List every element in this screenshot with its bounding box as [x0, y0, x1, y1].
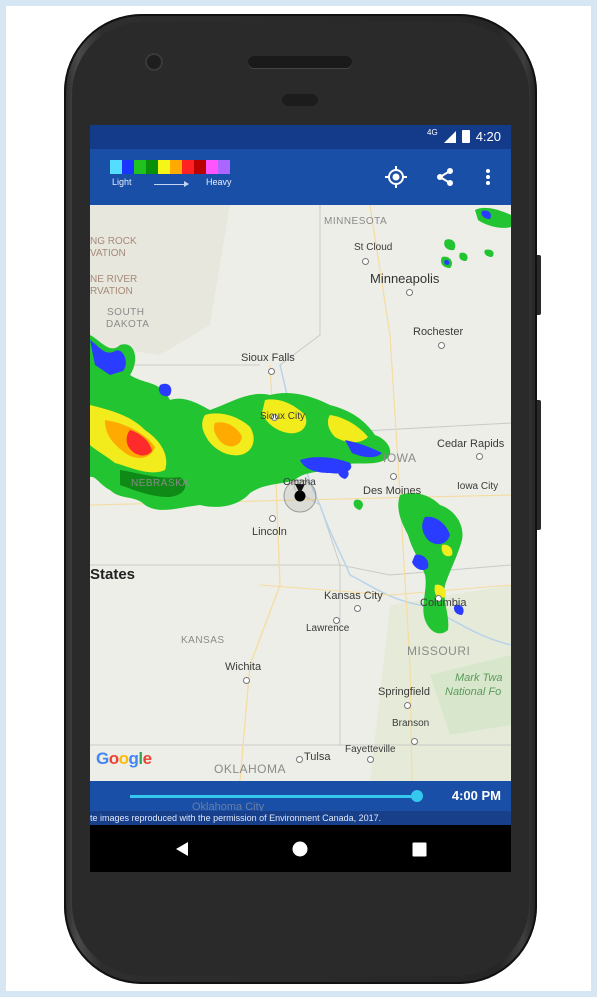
back-button[interactable]: [172, 839, 192, 859]
legend-swatch: [158, 160, 170, 174]
map-label-state: DAKOTA: [106, 319, 150, 330]
app-bar: Light Heavy: [90, 149, 511, 205]
map-label-city: Tulsa: [304, 751, 331, 763]
map-label-city: Cedar Rapids: [437, 438, 505, 450]
playback-time: 4:00 PM: [451, 788, 501, 803]
map-label-state: OKLAHOMA: [214, 762, 287, 776]
map-label-city: Sioux Falls: [241, 352, 295, 364]
map-label-city: Minneapolis: [370, 271, 440, 286]
signal-icon: [443, 130, 456, 143]
precipitation-legend: Light Heavy: [110, 160, 236, 191]
playback-bar: Oklahoma City 4:00 PM: [90, 781, 511, 813]
map-label-state: IOWA: [383, 451, 417, 465]
back-icon: [176, 842, 188, 856]
map-label-state: SOUTH: [107, 307, 145, 318]
map-label-country: States: [90, 566, 136, 583]
map-label-city: Kansas City: [324, 590, 383, 602]
battery-icon: [461, 130, 470, 143]
legend-swatch: [194, 160, 206, 174]
legend-color-scale: [110, 160, 236, 174]
home-icon: [292, 841, 308, 857]
legend-swatch: [146, 160, 158, 174]
map-label-city: Wichita: [225, 661, 262, 673]
map-city-dot: [296, 756, 303, 763]
radar-map[interactable]: NG ROCK VATION NE RIVER RVATION SOUTH DA…: [90, 205, 511, 781]
map-label-state: MISSOURI: [407, 644, 471, 658]
map-label-city: Omaha: [283, 477, 316, 488]
map-label-city: Lawrence: [306, 623, 350, 634]
map-label-region: VATION: [90, 248, 126, 259]
map-label-city: Lincoln: [252, 526, 287, 538]
front-camera: [145, 53, 163, 71]
map-label-park: Mark Twa: [455, 672, 503, 684]
map-city-dot: [243, 677, 250, 684]
map-label-state: NEBRASKA: [131, 478, 190, 489]
navigation-bar: [90, 825, 511, 872]
map-label-city: Fayetteville: [345, 744, 396, 755]
map-label-city: Iowa City: [457, 481, 499, 492]
speaker-grille: [248, 56, 352, 68]
google-logo: Google: [96, 749, 152, 768]
legend-swatch: [206, 160, 218, 174]
status-time: 4:20: [475, 129, 501, 144]
map-city-dot: [362, 258, 369, 265]
map-label-region: NG ROCK: [90, 236, 137, 247]
map-label-state: MINNESOTA: [324, 216, 388, 227]
recents-button[interactable]: [409, 839, 429, 859]
recents-icon: [412, 842, 426, 856]
network-type: 4G: [427, 128, 438, 137]
map-label-city: Sioux City: [260, 411, 306, 422]
legend-heavy-label: Heavy: [206, 177, 232, 187]
map-label-city: Branson: [392, 718, 430, 729]
map-label-city: Rochester: [413, 326, 464, 338]
map-city-dot: [390, 473, 397, 480]
legend-swatch: [182, 160, 194, 174]
map-city-dot: [269, 515, 276, 522]
map-city-dot: [404, 702, 411, 709]
my-location-icon[interactable]: [384, 165, 408, 189]
map-city-dot: [268, 368, 275, 375]
status-bar: 4G 4:20: [90, 125, 511, 149]
map-label-city: Springfield: [378, 686, 430, 698]
map-city-dot: [476, 453, 483, 460]
map-city-dot: [354, 605, 361, 612]
map-label-city: Columbia: [420, 597, 467, 609]
home-button[interactable]: [290, 839, 310, 859]
phone-screen: 4G 4:20 Light Heavy NG ROCK VATION NE RI…: [90, 125, 511, 872]
legend-swatch: [110, 160, 122, 174]
credit-text: te images reproduced with the permission…: [90, 811, 511, 825]
time-slider-track[interactable]: [130, 795, 418, 798]
legend-swatch: [122, 160, 134, 174]
map-label-city: Des Moines: [363, 485, 422, 497]
legend-arrow-icon: [154, 181, 189, 187]
map-city-dot: [406, 289, 413, 296]
earpiece: [282, 94, 318, 106]
map-city-dot: [367, 756, 374, 763]
legend-swatch: [218, 160, 230, 174]
map-label-region: RVATION: [90, 286, 133, 297]
legend-swatch: [170, 160, 182, 174]
more-vert-icon[interactable]: [476, 165, 500, 189]
map-city-dot: [411, 738, 418, 745]
map-label-park: National Fo: [445, 686, 502, 698]
legend-swatch: [134, 160, 146, 174]
map-city-dot: [438, 342, 445, 349]
map-label-state: KANSAS: [181, 635, 225, 646]
map-label-city: St Cloud: [354, 242, 393, 253]
share-icon[interactable]: [433, 165, 457, 189]
time-slider-thumb[interactable]: [411, 790, 424, 802]
legend-light-label: Light: [112, 177, 132, 187]
map-label-region: NE RIVER: [90, 274, 138, 285]
